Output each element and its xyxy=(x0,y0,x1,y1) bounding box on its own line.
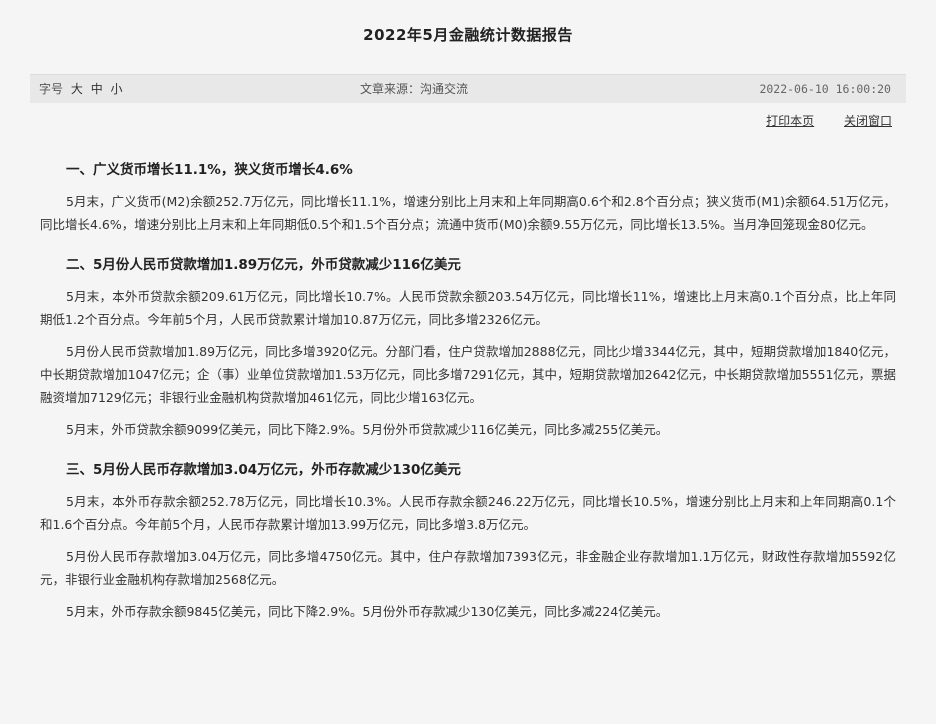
paragraph: 5月份人民币存款增加3.04万亿元，同比多增4750亿元。其中，住户存款增加73… xyxy=(40,549,896,587)
paragraph: 5月末，本外币贷款余额209.61万亿元，同比增长10.7%。人民币贷款余额20… xyxy=(40,289,896,327)
close-window-link[interactable]: 关闭窗口 xyxy=(844,114,892,128)
section-heading: 二、5月份人民币贷款增加1.89万亿元，外币贷款减少116亿美元 xyxy=(66,257,461,273)
page-tools: 打印本页 关闭窗口 xyxy=(740,112,892,129)
publish-datetime: 2022-06-10 16:00:20 xyxy=(759,82,891,96)
font-size-controls: 字号 大 中 小 xyxy=(39,75,123,103)
paragraph: 5月末，广义货币(M2)余额252.7万亿元，同比增长11.1%，增速分别比上月… xyxy=(40,194,896,232)
article-source: 文章来源：沟通交流 xyxy=(360,82,469,96)
section-heading: 三、5月份人民币存款增加3.04万亿元，外币存款减少130亿美元 xyxy=(66,462,461,478)
article-meta-bar: 字号 大 中 小 文章来源：沟通交流 2022-06-10 16:00:20 xyxy=(30,74,906,103)
paragraph: 5月末，本外币存款余额252.78万亿元，同比增长10.3%。人民币存款余额24… xyxy=(40,494,896,532)
font-size-medium-button[interactable]: 中 xyxy=(91,82,103,96)
font-size-label: 字号 xyxy=(39,82,64,96)
paragraph: 5月份人民币贷款增加1.89万亿元，同比多增3920亿元。分部门看，住户贷款增加… xyxy=(40,344,896,405)
article-title: 2022年5月金融统计数据报告 xyxy=(363,26,573,44)
print-page-link[interactable]: 打印本页 xyxy=(766,114,814,128)
paragraph: 5月末，外币存款余额9845亿美元，同比下降2.9%。5月份外币存款减少130亿… xyxy=(66,604,669,619)
section-heading: 一、广义货币增长11.1%，狭义货币增长4.6% xyxy=(66,162,353,178)
font-size-small-button[interactable]: 小 xyxy=(111,82,123,96)
paragraph: 5月末，外币贷款余额9099亿美元，同比下降2.9%。5月份外币贷款减少116亿… xyxy=(66,422,669,437)
article-body: 一、广义货币增长11.1%，狭义货币增长4.6% 5月末，广义货币(M2)余额2… xyxy=(40,150,896,632)
font-size-large-button[interactable]: 大 xyxy=(71,82,83,96)
